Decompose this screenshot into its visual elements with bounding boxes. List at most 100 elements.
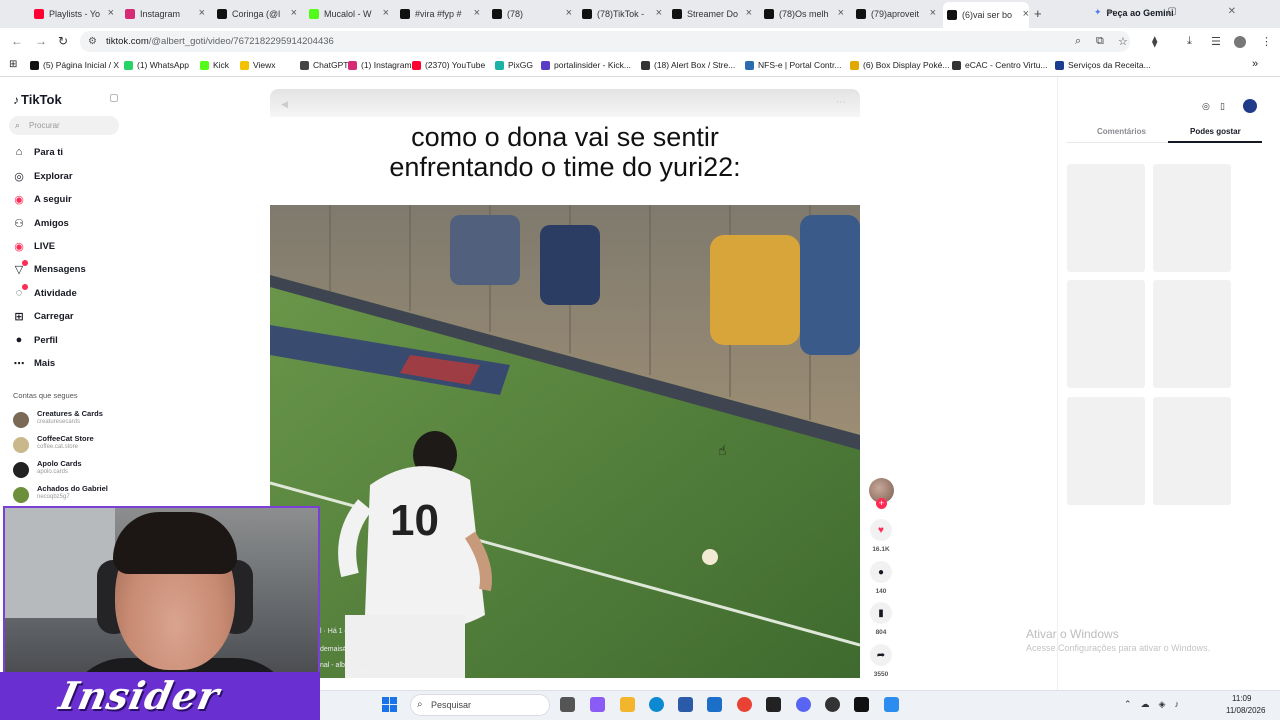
comment-button[interactable]: ● [870, 561, 892, 583]
bookmark-item[interactable]: ChatGPT [300, 60, 348, 70]
video-player-top[interactable] [270, 89, 860, 117]
file-explorer-icon[interactable] [620, 697, 635, 712]
sidebar-item-messages[interactable]: ▽ Mensagens [13, 260, 86, 277]
followed-account[interactable]: CoffeeCat Store coffee.cat.store [13, 434, 123, 456]
reading-list-icon[interactable]: ☰ [1211, 35, 1221, 48]
close-tab-icon[interactable]: × [1023, 8, 1029, 20]
volume-icon[interactable]: ◀ [281, 99, 288, 110]
bookmark-item[interactable]: NFS-e | Portal Contr... [745, 60, 841, 70]
capcut-2-icon[interactable] [854, 697, 869, 712]
video-frame[interactable]: 10 [270, 205, 860, 678]
bookmark-item[interactable]: PixGG [495, 60, 533, 70]
sidebar-item-live[interactable]: ◉ LIVE [13, 238, 55, 254]
browser-tab[interactable]: (79)aproveit × [852, 4, 936, 24]
tab-suggested[interactable]: Podes gostar [1190, 127, 1241, 136]
save-button[interactable]: ▮ [870, 602, 892, 624]
bookmark-item[interactable]: Viewx [240, 60, 276, 70]
browser-tab[interactable]: (78)Os melh × [760, 4, 844, 24]
browser-tab[interactable]: (78) × [488, 4, 572, 24]
share-button[interactable]: ➦ [870, 644, 892, 666]
browser-tab[interactable]: (6)vai ser bo × [943, 2, 1029, 28]
bookmark-item[interactable]: (18) Alert Box / Stre... [641, 60, 735, 70]
new-tab-button[interactable]: + [1034, 6, 1042, 21]
back-icon[interactable]: ← [11, 34, 23, 48]
followed-account[interactable]: Achados do Gabriel necoqbz5g7 [13, 484, 123, 506]
address-bar[interactable]: ⚙ tiktok.com/@albert_goti/video/76721822… [80, 31, 1130, 52]
site-info-icon[interactable]: ⚙ [88, 31, 97, 52]
collapse-sidebar-button[interactable] [110, 94, 118, 102]
close-tab-icon[interactable]: × [930, 7, 936, 19]
store-icon[interactable] [678, 697, 693, 712]
bookmark-item[interactable]: (6) Box Display Poké... [850, 60, 949, 70]
close-tab-icon[interactable]: × [746, 7, 752, 19]
close-tab-icon[interactable]: × [383, 7, 389, 19]
bookmark-item[interactable]: portalinsider - Kick... [541, 60, 631, 70]
sidebar-item-upload[interactable]: ⊞ Carregar [13, 308, 73, 324]
sidebar-item-profile[interactable]: ● Perfil [13, 332, 58, 348]
bookmark-star-icon[interactable]: ☆ [1118, 35, 1128, 48]
forward-icon[interactable]: → [35, 34, 47, 48]
sidebar-item-friends[interactable]: ⚇ Amigos [13, 215, 69, 231]
sidebar-item-activity[interactable]: ◌ Atividade [13, 284, 77, 301]
apps-grid-icon[interactable]: ⊞ [9, 59, 17, 70]
device-icon[interactable]: ▯ [1220, 101, 1225, 112]
more-options-icon[interactable]: ⋯ [836, 97, 846, 108]
bookmark-item[interactable]: (1) WhatsApp [124, 60, 189, 70]
taskbar-search[interactable]: ⌕ Pesquisar [410, 694, 550, 716]
copilot-icon[interactable] [590, 697, 605, 712]
extensions-icon[interactable]: ⧫ [1152, 35, 1157, 48]
browser-tab[interactable]: Playlists - Yo × [30, 4, 114, 24]
bookmark-item[interactable]: Serviços da Receita... [1055, 60, 1151, 70]
user-avatar[interactable] [1243, 99, 1257, 113]
close-tab-icon[interactable]: × [656, 7, 662, 19]
explore-icon[interactable]: ◎ [1202, 101, 1210, 112]
tab-comments[interactable]: Comentários [1097, 127, 1146, 136]
sidebar-item-following[interactable]: ◉ A seguir [13, 191, 71, 207]
menu-icon[interactable]: ⋮ [1261, 35, 1272, 48]
obs-icon[interactable] [825, 697, 840, 712]
sidebar-item-more[interactable]: ⋯ Mais [13, 355, 56, 371]
install-icon[interactable]: ⧉ [1096, 35, 1104, 48]
chrome-icon[interactable] [737, 697, 752, 712]
bookmark-item[interactable]: eCAC - Centro Virtu... [952, 60, 1048, 70]
browser-tab[interactable]: Streamer Do × [668, 4, 752, 24]
bookmark-item[interactable]: Kick [200, 60, 229, 70]
zoom-icon[interactable]: ⌕ [1075, 35, 1081, 48]
close-tab-icon[interactable]: × [838, 7, 844, 19]
capcut-icon[interactable] [766, 697, 781, 712]
outlook-icon[interactable] [707, 697, 722, 712]
bookmark-item[interactable]: (2370) YouTube [412, 60, 485, 70]
sidebar-item-compass[interactable]: ◎ Explorar [13, 168, 72, 184]
search-input[interactable]: ⌕ Procurar [9, 116, 119, 135]
close-tab-icon[interactable]: × [199, 7, 205, 19]
close-tab-icon[interactable]: × [291, 7, 297, 19]
window-controls[interactable]: — ▢ ✕ [1107, 6, 1260, 17]
followed-account[interactable]: Creatures & Cards creaturesecards [13, 409, 123, 431]
discord-icon[interactable] [796, 697, 811, 712]
bookmark-item[interactable]: (1) Instagram [348, 60, 412, 70]
downloads-icon[interactable]: ⤓ [1187, 35, 1192, 48]
bookmarks-overflow-button[interactable]: » [1252, 58, 1258, 70]
tiktok-logo[interactable]: ♪ TikTok [13, 92, 62, 107]
sidebar-item-home[interactable]: ⌂ Para ti [13, 144, 63, 160]
task-view-icon[interactable] [560, 697, 575, 712]
system-tray-icons[interactable]: ⌃☁◈♪ [1124, 699, 1188, 710]
browser-tab[interactable]: Instagram × [121, 4, 205, 24]
follow-plus-icon[interactable]: + [876, 498, 887, 509]
bookmark-item[interactable]: (5) Página Inicial / X [30, 60, 119, 70]
profile-avatar[interactable] [1234, 36, 1246, 48]
close-tab-icon[interactable]: × [566, 7, 572, 19]
close-tab-icon[interactable]: × [108, 7, 114, 19]
browser-tab[interactable]: Mucalol - W × [305, 4, 389, 24]
video-sound[interactable]: nal - albert_goti [320, 662, 368, 669]
browser-tab[interactable]: #vira #fyp # × [396, 4, 480, 24]
followed-account[interactable]: Apolo Cards apolo.cards [13, 459, 123, 481]
reload-icon[interactable]: ↻ [58, 34, 68, 48]
windows-start-icon[interactable] [382, 697, 397, 712]
calendar-app-icon[interactable] [884, 697, 899, 712]
browser-tab[interactable]: Coringa (@l × [213, 4, 297, 24]
close-tab-icon[interactable]: × [474, 7, 480, 19]
browser-tab[interactable]: (78)TikTok - × [578, 4, 662, 24]
like-button[interactable]: ♥ [870, 519, 892, 541]
edge-icon[interactable] [649, 697, 664, 712]
